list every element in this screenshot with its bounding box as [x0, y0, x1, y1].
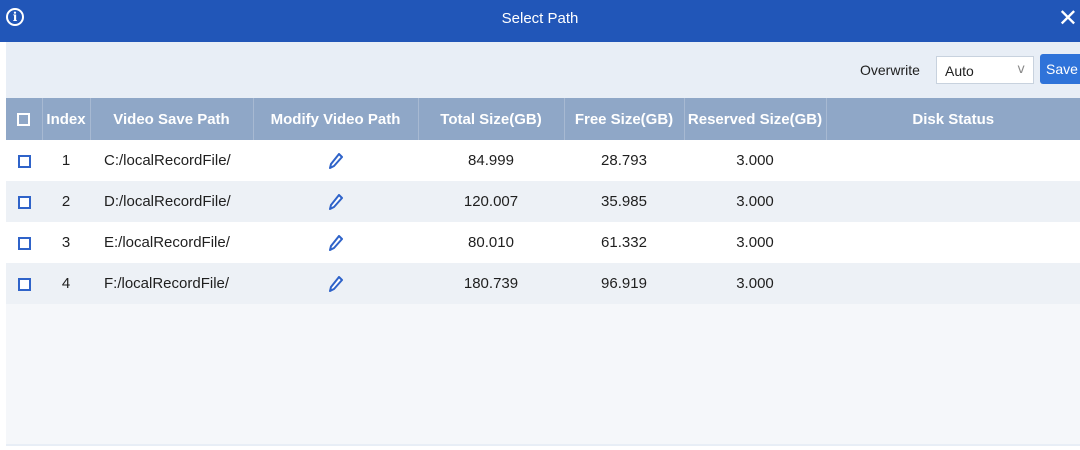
row-total-size: 80.010: [468, 234, 514, 251]
row-total-size: 84.999: [468, 152, 514, 169]
select-all-cell: [6, 98, 43, 140]
chevron-down-icon: v: [1017, 62, 1025, 77]
table-row[interactable]: 4 F:/localRecordFile/ 180.739 96.919 3.0…: [6, 263, 1080, 304]
title-bar: i Select Path ✕: [0, 0, 1080, 42]
row-reserved-size: 3.000: [736, 152, 774, 169]
table-row[interactable]: 2 D:/localRecordFile/ 120.007 35.985 3.0…: [6, 181, 1080, 222]
overwrite-label: Overwrite: [860, 62, 920, 78]
header-video-save-path[interactable]: Video Save Path: [90, 98, 254, 140]
row-index: 4: [61, 275, 71, 292]
pencil-icon[interactable]: [328, 276, 343, 293]
row-reserved-size: 3.000: [736, 193, 774, 210]
overwrite-select-value: Auto: [945, 63, 974, 79]
row-checkbox-cell: [6, 263, 42, 304]
select-all-checkbox[interactable]: [17, 113, 31, 127]
row-reserved-size: 3.000: [736, 275, 774, 292]
modify-path-cell: [253, 140, 418, 181]
row-path: D:/localRecordFile/: [104, 193, 231, 210]
pencil-icon[interactable]: [328, 153, 343, 170]
row-disk-status: [826, 140, 1080, 181]
row-reserved-size: 3.000: [736, 234, 774, 251]
table-row[interactable]: 3 E:/localRecordFile/ 80.010 61.332 3.00…: [6, 222, 1080, 263]
overwrite-select[interactable]: Auto v: [936, 56, 1034, 84]
row-checkbox-cell: [6, 140, 42, 181]
empty-list-area: [6, 304, 1080, 444]
modify-path-cell: [253, 222, 418, 263]
table-header-row: Index Video Save Path Modify Video Path …: [6, 98, 1080, 140]
row-total-size: 180.739: [463, 275, 519, 292]
header-disk-status[interactable]: Disk Status: [826, 98, 1080, 140]
save-button[interactable]: Save: [1040, 54, 1080, 84]
close-icon[interactable]: ✕: [1058, 4, 1078, 32]
modify-path-cell: [253, 263, 418, 304]
header-reserved-size[interactable]: Reserved Size(GB): [684, 98, 827, 140]
row-checkbox[interactable]: [17, 236, 31, 250]
path-table: Index Video Save Path Modify Video Path …: [6, 98, 1080, 304]
modify-path-cell: [253, 181, 418, 222]
row-disk-status: [826, 222, 1080, 263]
pencil-icon[interactable]: [328, 194, 343, 211]
row-checkbox-cell: [6, 181, 42, 222]
row-checkbox-cell: [6, 222, 42, 263]
row-free-size: 61.332: [601, 234, 647, 251]
row-free-size: 28.793: [601, 152, 647, 169]
select-path-dialog: i Select Path ✕ Overwrite Auto v Save In…: [0, 0, 1080, 450]
toolbar: Overwrite Auto v Save: [6, 42, 1080, 98]
row-index: 3: [61, 234, 71, 251]
row-total-size: 120.007: [463, 193, 519, 210]
row-checkbox[interactable]: [17, 195, 31, 209]
header-modify-video-path[interactable]: Modify Video Path: [253, 98, 419, 140]
row-free-size: 35.985: [601, 193, 647, 210]
pencil-icon[interactable]: [328, 235, 343, 252]
row-path: F:/localRecordFile/: [104, 275, 230, 292]
content-panel: Overwrite Auto v Save Index Video Save P…: [6, 42, 1080, 446]
row-checkbox[interactable]: [17, 277, 31, 291]
row-free-size: 96.919: [601, 275, 647, 292]
row-index: 1: [61, 152, 71, 169]
table-row[interactable]: 1 C:/localRecordFile/ 84.999 28.793 3.00…: [6, 140, 1080, 181]
row-path: E:/localRecordFile/: [104, 234, 230, 251]
row-disk-status: [826, 263, 1080, 304]
header-free-size[interactable]: Free Size(GB): [564, 98, 685, 140]
row-index: 2: [61, 193, 71, 210]
dialog-title: Select Path: [501, 10, 579, 27]
header-total-size[interactable]: Total Size(GB): [418, 98, 565, 140]
row-disk-status: [826, 181, 1080, 222]
row-path: C:/localRecordFile/: [104, 152, 231, 169]
header-index[interactable]: Index: [42, 98, 91, 140]
row-checkbox[interactable]: [17, 154, 31, 168]
